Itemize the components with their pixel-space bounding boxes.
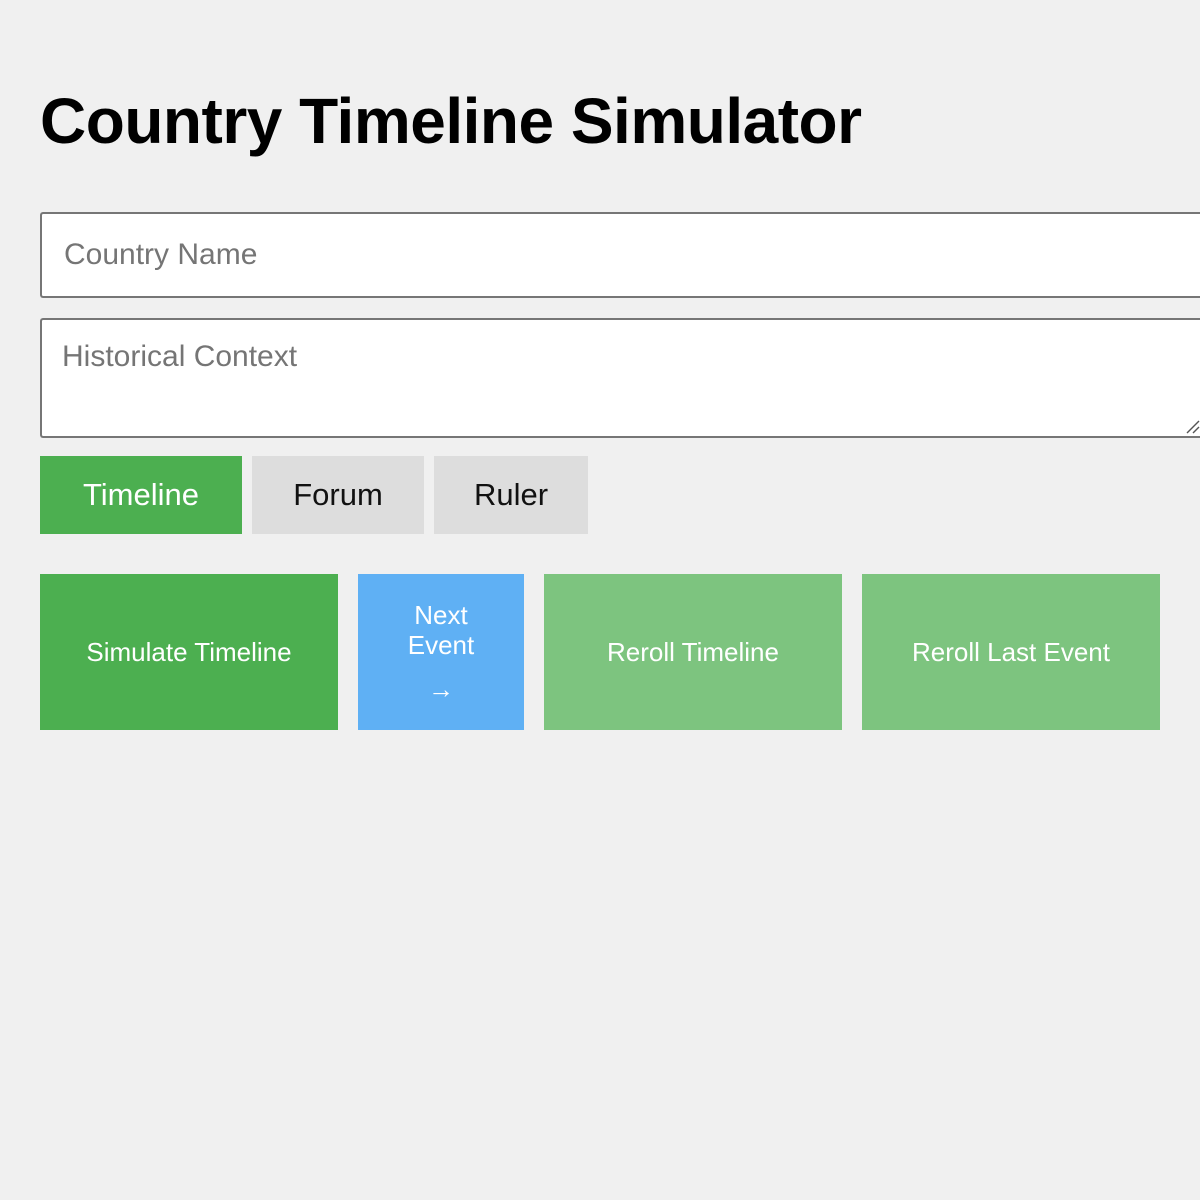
reroll-timeline-button[interactable]: Reroll Timeline — [544, 574, 842, 730]
next-event-button[interactable]: Next Event → — [358, 574, 524, 730]
country-name-input[interactable] — [40, 212, 1200, 298]
arrow-right-icon: → — [428, 674, 454, 704]
simulate-timeline-button[interactable]: Simulate Timeline — [40, 574, 338, 730]
next-event-label: Next Event — [407, 600, 475, 660]
historical-context-textarea[interactable] — [40, 318, 1200, 438]
tab-timeline[interactable]: Timeline — [40, 456, 242, 534]
tab-forum[interactable]: Forum — [252, 456, 424, 534]
tab-ruler[interactable]: Ruler — [434, 456, 588, 534]
reroll-last-event-button[interactable]: Reroll Last Event — [862, 574, 1160, 730]
resize-handle-icon[interactable] — [1184, 418, 1200, 434]
app-root: Country Timeline Simulator Timeline Foru… — [40, 0, 1200, 1200]
page-title: Country Timeline Simulator — [40, 85, 862, 157]
